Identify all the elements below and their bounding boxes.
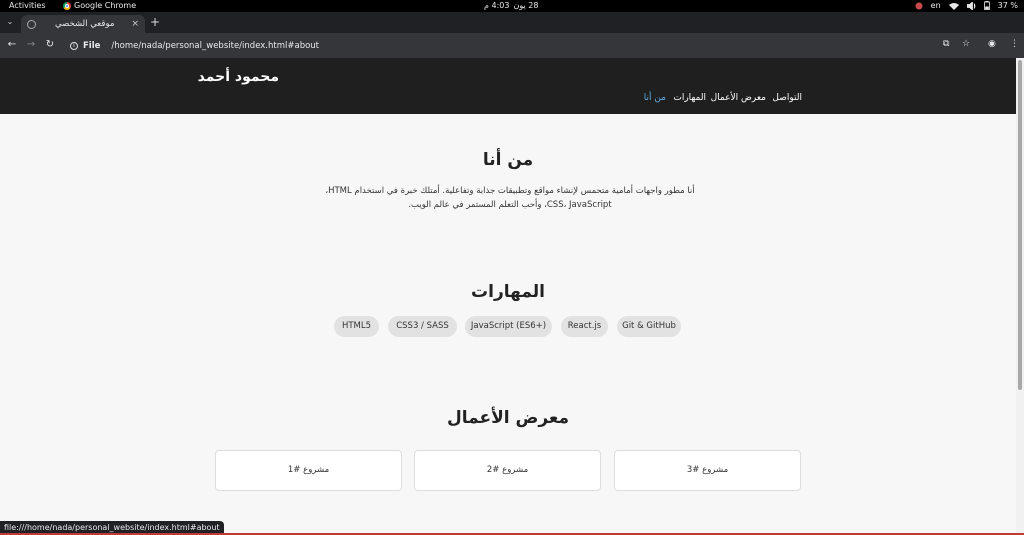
project-card-2[interactable]: مشروع #2 bbox=[414, 450, 601, 491]
system-top-bar: Activities Google Chrome 28 يون 4:03 م e… bbox=[0, 0, 1024, 12]
page-viewport: محمود أحمد من أنا المهارات معرض الأعمال … bbox=[0, 58, 1016, 535]
clock-time: 4:03 م bbox=[484, 1, 510, 10]
url-text[interactable]: /home/nada/personal_website/index.html#a… bbox=[111, 41, 319, 51]
volume-icon bbox=[966, 1, 976, 10]
about-title: من أنا bbox=[482, 150, 534, 170]
app-name: Google Chrome bbox=[74, 1, 137, 10]
address-bar[interactable]: i File /home/nada/personal_website/index… bbox=[64, 36, 934, 55]
skill-chip: React.js bbox=[561, 316, 608, 337]
app-menu[interactable]: Google Chrome bbox=[63, 1, 136, 10]
keyboard-language[interactable]: en bbox=[931, 1, 941, 10]
profile-icon[interactable]: ◉ bbox=[988, 39, 996, 49]
skill-chip: CSS3 / SASS bbox=[388, 316, 457, 337]
menu-kebab-icon[interactable]: ⋮ bbox=[1010, 39, 1019, 49]
site-nav: من أنا المهارات معرض الأعمال التواصل bbox=[0, 93, 1016, 105]
accessibility-icon bbox=[915, 2, 923, 9]
tab-strip: ⌄ موقعي الشخصي × + bbox=[0, 12, 1024, 33]
tab-title: موقعي الشخصي bbox=[55, 19, 115, 29]
site-brand[interactable]: محمود أحمد bbox=[198, 69, 279, 85]
info-icon[interactable]: i bbox=[70, 41, 78, 50]
globe-icon bbox=[27, 19, 36, 29]
clock[interactable]: 28 يون 4:03 م bbox=[484, 1, 538, 10]
wifi-icon bbox=[948, 2, 959, 10]
reload-icon[interactable]: ↻ bbox=[44, 39, 56, 51]
skills-list: HTML5 CSS3 / SASS JavaScript (ES6+) Reac… bbox=[0, 316, 1016, 338]
chrome-icon bbox=[63, 1, 71, 10]
browser-toolbar: ← → ↻ i File /home/nada/personal_website… bbox=[0, 33, 1024, 58]
nav-link-skills[interactable]: المهارات bbox=[673, 93, 706, 103]
tab-active[interactable]: موقعي الشخصي × bbox=[21, 15, 145, 33]
skill-chip: Git & GitHub bbox=[617, 316, 681, 337]
clock-date: 28 يون bbox=[513, 1, 539, 10]
about-line-2: CSS، JavaScript، وأحب التعلم المستمر في … bbox=[408, 200, 612, 210]
skill-chip: JavaScript (ES6+) bbox=[465, 316, 552, 337]
skill-chip: HTML5 bbox=[334, 316, 379, 337]
activities-button[interactable]: Activities bbox=[9, 1, 46, 10]
scheme-label: File bbox=[83, 40, 101, 51]
project-card-1[interactable]: مشروع #1 bbox=[215, 450, 402, 491]
new-tab-button[interactable]: + bbox=[150, 16, 160, 28]
tab-search-button[interactable]: ⌄ bbox=[4, 16, 16, 28]
skills-title: المهارات bbox=[471, 282, 545, 302]
project-card-3[interactable]: مشروع #3 bbox=[614, 450, 801, 491]
battery-level: 37 % bbox=[997, 1, 1018, 10]
bookmark-star-icon[interactable]: ☆ bbox=[962, 39, 970, 49]
nav-link-contact[interactable]: التواصل bbox=[772, 93, 802, 103]
site-header: محمود أحمد من أنا المهارات معرض الأعمال … bbox=[0, 58, 1016, 114]
nav-link-portfolio[interactable]: معرض الأعمال bbox=[711, 93, 766, 103]
page-scrollbar[interactable] bbox=[1016, 58, 1024, 535]
portfolio-title: معرض الأعمال bbox=[446, 408, 570, 428]
nav-link-about[interactable]: من أنا bbox=[644, 93, 666, 103]
forward-arrow-icon[interactable]: → bbox=[25, 39, 37, 51]
scrollbar-thumb[interactable] bbox=[1018, 60, 1022, 390]
back-arrow-icon[interactable]: ← bbox=[6, 39, 18, 51]
system-tray[interactable]: en 37 % bbox=[915, 1, 1018, 10]
translate-icon[interactable]: ⧉ bbox=[943, 39, 949, 49]
about-line-1: أنا مطور واجهات أمامية متحمس لإنشاء مواق… bbox=[325, 186, 695, 196]
close-icon[interactable]: × bbox=[131, 19, 139, 29]
battery-icon bbox=[983, 1, 990, 10]
